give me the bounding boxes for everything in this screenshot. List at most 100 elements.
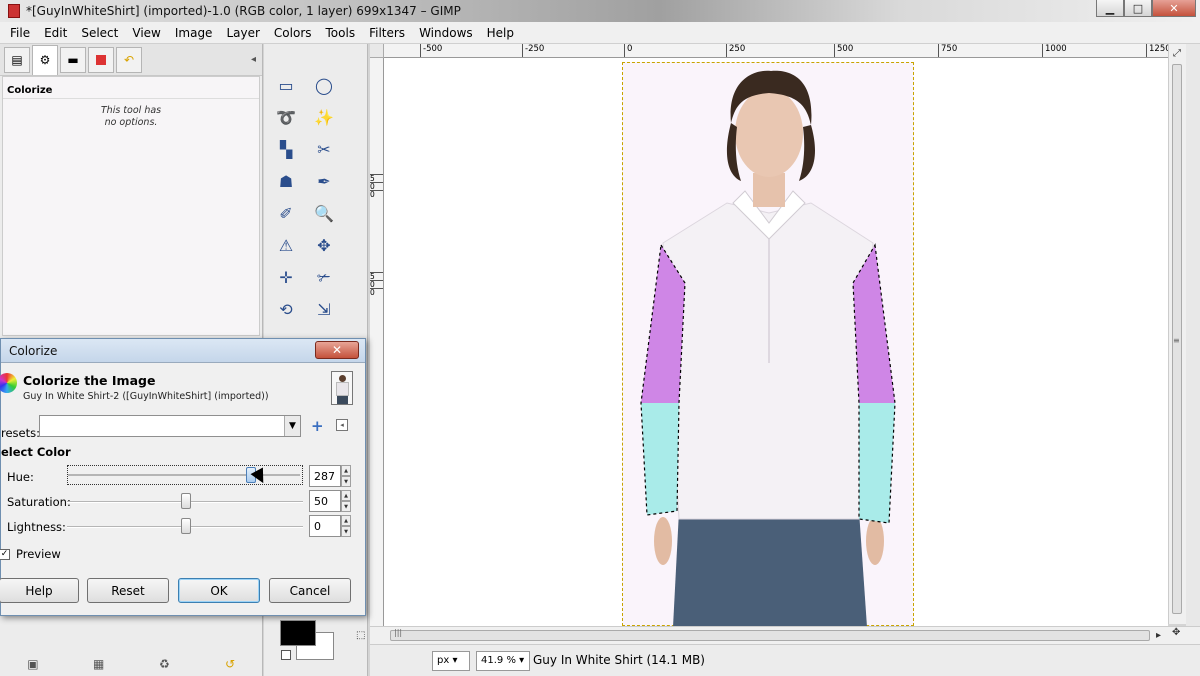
undo-history-tab-icon[interactable]: ↶ (116, 46, 142, 73)
menu-bar: File Edit Select View Image Layer Colors… (0, 22, 1200, 44)
menu-layer[interactable]: Layer (219, 26, 266, 40)
color-picker-icon[interactable]: ✐ (274, 202, 298, 224)
horizontal-scrollbar[interactable] (370, 626, 1200, 644)
saturation-label: Saturation: (7, 495, 71, 509)
lightness-spin-buttons[interactable]: ▲ ▼ (341, 515, 351, 537)
zoom-icon[interactable]: 🔍 (312, 202, 336, 224)
crop-icon[interactable]: ✃ (312, 266, 336, 288)
menu-image[interactable]: Image (168, 26, 220, 40)
move-icon[interactable]: ✥ (312, 234, 336, 256)
layers-tab-icon[interactable]: ▤ (4, 46, 30, 73)
foreground-select-icon[interactable]: ☗ (274, 170, 298, 192)
help-button[interactable]: Help (0, 578, 79, 603)
colorize-icon (0, 373, 17, 393)
paths-icon[interactable]: ✒ (312, 170, 336, 192)
align-icon[interactable]: ✛ (274, 266, 298, 288)
right-sleeve-lower-shape (859, 403, 895, 523)
gimp-app-icon (8, 4, 20, 18)
select-color-label: elect Color (1, 445, 71, 459)
presets-dropdown-arrow-icon[interactable]: ▼ (284, 416, 300, 436)
image-canvas[interactable] (384, 58, 1168, 626)
cancel-button[interactable]: Cancel (269, 578, 351, 603)
hue-spinbox[interactable]: 287 (309, 465, 341, 487)
menu-view[interactable]: View (125, 26, 167, 40)
saturation-slider-handle[interactable] (181, 493, 191, 509)
presets-combo[interactable]: ▼ (39, 415, 301, 437)
dock-menu-icon[interactable]: ◂ (251, 54, 256, 65)
dock-bottom-buttons: ▣ ▦ ♻ ↺ (0, 649, 263, 676)
quick-mask-icon[interactable]: ⬚ (356, 630, 365, 641)
pattern-tab-icon[interactable] (88, 46, 114, 73)
zoom-image-toggle-icon[interactable]: ⤢ (1173, 48, 1181, 59)
tab-menu-icon[interactable]: ◂ (336, 419, 348, 431)
navigate-icon[interactable]: ✥ (1172, 627, 1180, 638)
image-layer[interactable] (622, 62, 914, 626)
rotate-icon[interactable]: ⟲ (274, 298, 298, 320)
restore-options-icon[interactable]: ▦ (92, 657, 106, 671)
cancel-button-label: Cancel (289, 583, 331, 598)
delete-options-icon[interactable]: ♻ (157, 657, 171, 671)
spin-up-icon[interactable]: ▲ (341, 465, 351, 476)
spin-down-icon[interactable]: ▼ (341, 476, 351, 487)
layer-thumbnail (331, 371, 353, 405)
tool-options-tab-icon[interactable]: ⚙ (32, 44, 58, 75)
ok-button[interactable]: OK (178, 578, 260, 603)
select-by-color-icon[interactable]: ▚ (274, 138, 298, 160)
help-button-label: Help (25, 583, 53, 598)
horizontal-ruler[interactable]: -500 -250 0 250 500 750 1000 1250 (384, 44, 1168, 58)
scissors-icon[interactable]: ✂ (312, 138, 336, 160)
reset-options-icon[interactable]: ↺ (223, 657, 237, 671)
menu-edit[interactable]: Edit (37, 26, 74, 40)
spin-down-icon[interactable]: ▼ (341, 501, 351, 512)
menu-filters[interactable]: Filters (362, 26, 412, 40)
preview-checkbox[interactable]: ✓ (0, 549, 10, 560)
reset-button[interactable]: Reset (87, 578, 169, 603)
hue-spin-buttons[interactable]: ▲ ▼ (341, 465, 351, 487)
horizontal-scroll-thumb[interactable] (390, 630, 1150, 641)
default-colors-icon[interactable] (281, 650, 291, 660)
scale-icon[interactable]: ⇲ (312, 298, 336, 320)
rulers-corner[interactable] (370, 44, 384, 58)
vertical-ruler[interactable]: 5 0 0 5 0 0 (370, 58, 384, 626)
save-options-icon[interactable]: ▣ (26, 657, 40, 671)
fuzzy-select-icon[interactable]: ✨ (312, 106, 336, 128)
saturation-slider[interactable] (67, 493, 303, 509)
vertical-scrollbar[interactable]: ≡ (1168, 44, 1186, 624)
spin-up-icon[interactable]: ▲ (341, 490, 351, 501)
thumb-legs (337, 396, 348, 404)
v-ruler-label: 0 (370, 288, 383, 297)
v-ruler-label: 0 (370, 190, 383, 199)
rect-select-icon[interactable]: ▭ (274, 74, 298, 96)
spin-down-icon[interactable]: ▼ (341, 526, 351, 537)
gradient-tab-icon[interactable]: ▬ (60, 46, 86, 73)
left-hand-shape (654, 517, 672, 565)
photo-figure (640, 70, 896, 626)
unit-select[interactable]: px ▾ (432, 651, 470, 671)
menu-colors[interactable]: Colors (267, 26, 319, 40)
foreground-color-swatch[interactable] (280, 620, 316, 646)
menu-windows[interactable]: Windows (412, 26, 480, 40)
lightness-slider[interactable] (67, 518, 303, 534)
measure-icon[interactable]: ⚠ (274, 234, 298, 256)
menu-tools[interactable]: Tools (319, 26, 363, 40)
dialog-close-button[interactable]: ✕ (315, 341, 359, 359)
zoom-select[interactable]: 41.9 % ▾ (476, 651, 530, 671)
saturation-spin-buttons[interactable]: ▲ ▼ (341, 490, 351, 512)
close-button[interactable]: ✕ (1152, 0, 1196, 17)
lightness-spinbox[interactable]: 0 (309, 515, 341, 537)
spin-up-icon[interactable]: ▲ (341, 515, 351, 526)
menu-select[interactable]: Select (74, 26, 125, 40)
lightness-slider-handle[interactable] (181, 518, 191, 534)
free-select-icon[interactable]: ➰ (274, 106, 298, 128)
menu-help[interactable]: Help (480, 26, 521, 40)
hue-slider[interactable] (67, 465, 303, 485)
menu-file[interactable]: File (0, 26, 37, 40)
scroll-right-arrow-icon[interactable]: ▸ (1156, 630, 1161, 641)
plus-icon[interactable]: + (311, 417, 324, 435)
ellipse-select-icon[interactable]: ◯ (312, 74, 336, 96)
saturation-spinbox[interactable]: 50 (309, 490, 341, 512)
minimize-button[interactable]: ▁ (1096, 0, 1124, 17)
dialog-titlebar[interactable]: Colorize (1, 339, 365, 363)
maximize-button[interactable]: □ (1124, 0, 1152, 17)
tool-options-message: This tool has no options. (3, 105, 259, 129)
